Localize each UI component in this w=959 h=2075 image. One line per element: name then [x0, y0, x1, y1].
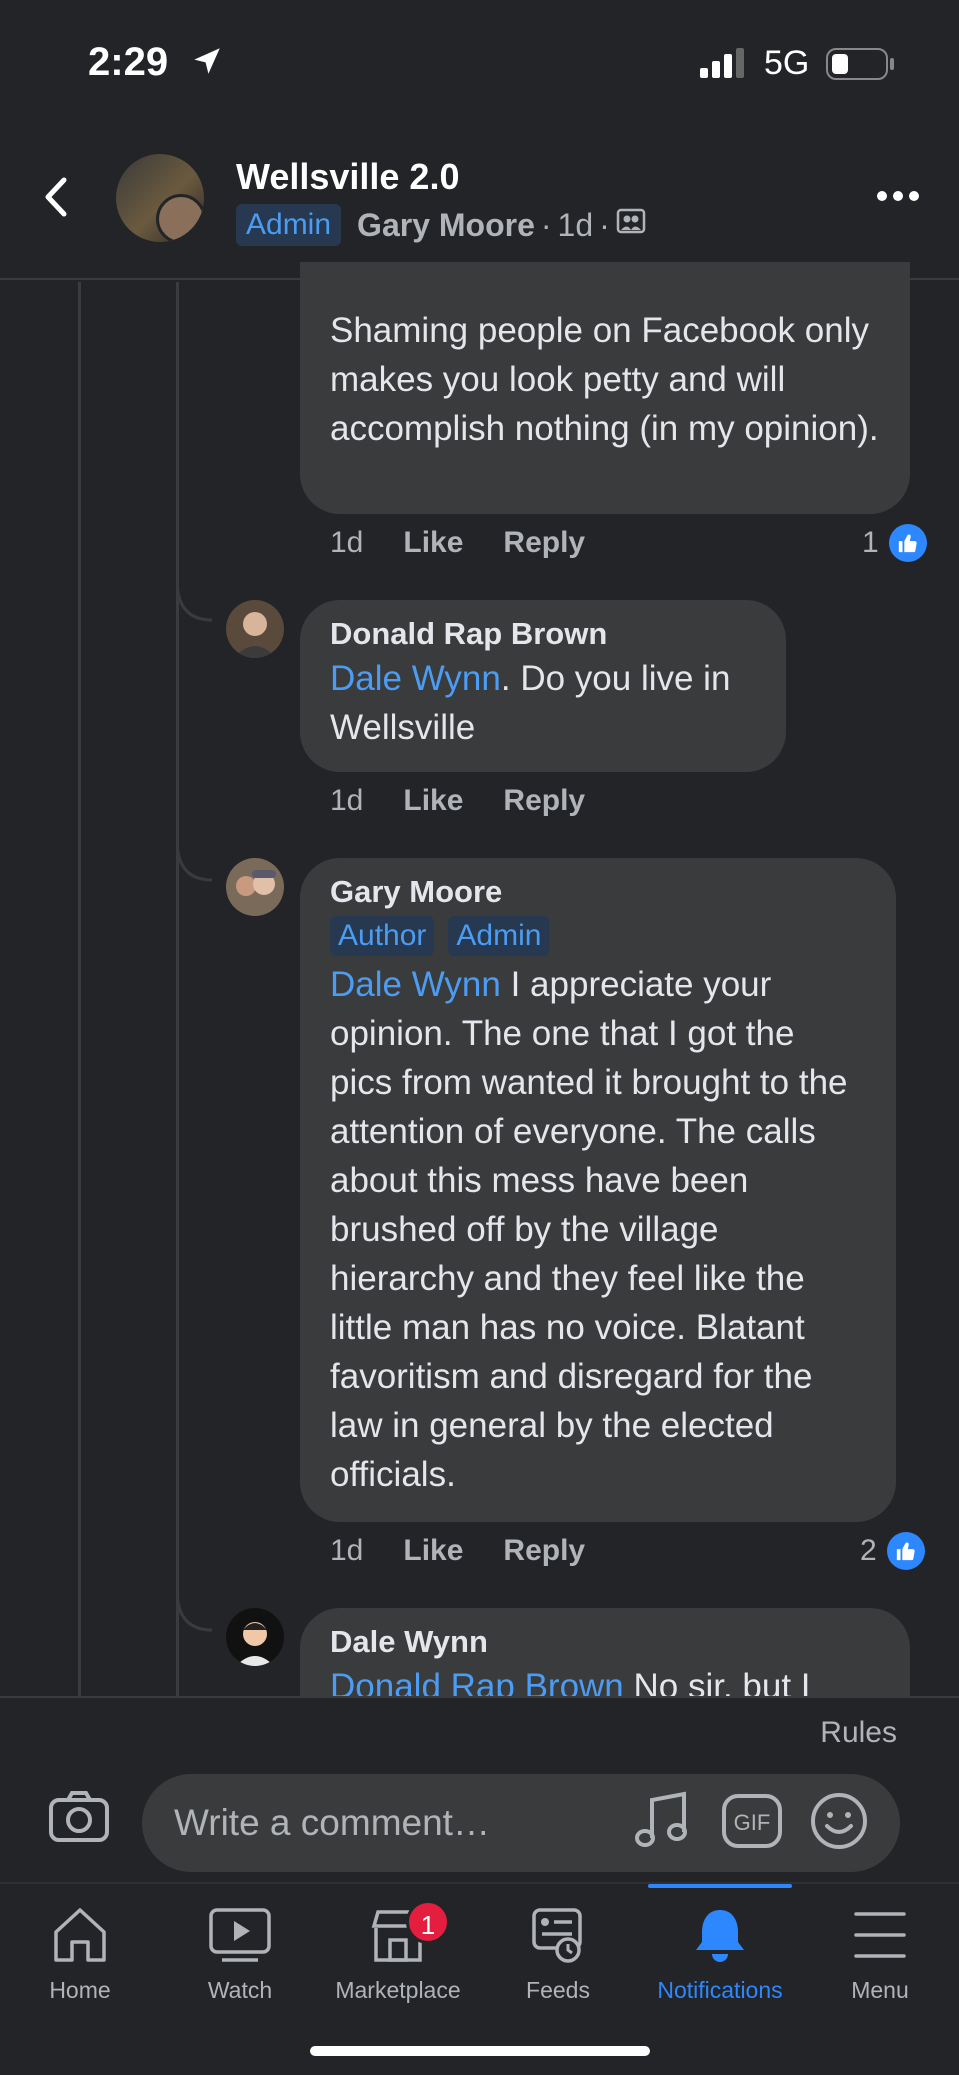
back-arrow-icon[interactable] — [40, 172, 80, 232]
comment-input[interactable] — [142, 1774, 900, 1872]
reaction-summary[interactable]: 2 — [860, 1532, 925, 1570]
gif-icon[interactable]: GIF — [722, 1794, 782, 1853]
post-meta: Admin Gary Moore · 1d · — [236, 204, 646, 246]
mention-link[interactable]: Dale Wynn — [330, 659, 501, 698]
comment-actions: 1d Like Reply — [330, 1534, 625, 1568]
location-arrow-icon — [190, 44, 224, 83]
thread-line — [176, 282, 179, 1696]
tab-label: Menu — [851, 1977, 909, 2003]
tab-feeds[interactable]: Feeds — [478, 1906, 638, 2004]
camera-icon[interactable] — [48, 1790, 110, 1849]
tab-home[interactable]: Home — [0, 1906, 160, 2004]
reply-button[interactable]: Reply — [503, 1534, 585, 1568]
post-author[interactable]: Gary Moore — [357, 207, 535, 244]
tab-marketplace[interactable]: 1 Marketplace — [318, 1900, 478, 2004]
comment-bubble: Dale Wynn Donald Rap Brown No sir, but I — [300, 1608, 910, 1696]
thread-connector — [176, 840, 213, 882]
comment-text: Dale Wynn I appreciate your opinion. The… — [330, 960, 866, 1499]
tab-watch[interactable]: Watch — [160, 1906, 320, 2004]
status-bar: 2:29 5G — [0, 0, 959, 120]
meta-separator: · — [540, 206, 552, 243]
reaction-count: 2 — [860, 1534, 877, 1567]
reply-button[interactable]: Reply — [503, 526, 585, 560]
comment-text: Donald Rap Brown No sir, but I — [330, 1662, 880, 1696]
like-button[interactable]: Like — [403, 1534, 463, 1568]
feeds-icon — [528, 1908, 588, 1968]
tab-label: Home — [49, 1977, 111, 2003]
battery-icon — [826, 48, 896, 85]
tab-notifications[interactable]: Notifications — [640, 1906, 800, 2004]
reply-button[interactable]: Reply — [503, 784, 585, 818]
comment-actions: 1d Like Reply — [330, 784, 625, 818]
admin-badge: Admin — [448, 916, 550, 956]
admin-badge: Admin — [236, 204, 342, 246]
group-privacy-icon — [616, 206, 646, 244]
comment-actions: 1d Like Reply — [330, 526, 625, 560]
thread-connector — [176, 1590, 213, 1632]
cell-signal-icon — [700, 48, 748, 83]
like-button[interactable]: Like — [403, 784, 463, 818]
svg-text:GIF: GIF — [734, 1810, 771, 1835]
comment-body: No sir, but I — [623, 1667, 811, 1696]
role-badges: Author Admin — [330, 916, 866, 956]
tab-label: Marketplace — [335, 1977, 461, 2003]
tab-menu[interactable]: Menu — [800, 1906, 959, 2004]
comment-bubble: Donald Rap Brown Dale Wynn. Do you live … — [300, 600, 786, 772]
notification-badge: 1 — [406, 1900, 450, 1944]
comment-text: Shaming people on Facebook only makes yo… — [330, 311, 879, 448]
emoji-icon[interactable] — [810, 1792, 868, 1855]
home-indicator — [310, 2046, 650, 2056]
thumbs-up-icon — [888, 524, 927, 562]
avatar[interactable] — [226, 858, 284, 916]
meta-separator: · — [599, 206, 610, 243]
mention-link[interactable]: Dale Wynn — [330, 965, 501, 1004]
thumbs-up-icon — [886, 1532, 925, 1570]
post-header: Wellsville 2.0 Admin Gary Moore · 1d · — [0, 138, 959, 280]
comment-bubble: Gary Moore Author Admin Dale Wynn I appr… — [300, 858, 896, 1522]
author-badge: Author — [330, 916, 435, 956]
author-avatar — [156, 194, 204, 242]
status-time: 2:29 — [88, 40, 169, 84]
storefront-icon — [368, 1910, 428, 1968]
tab-label: Feeds — [526, 1977, 590, 2003]
avatar[interactable] — [226, 1608, 284, 1666]
home-icon — [50, 1908, 110, 1968]
comment-composer: Rules GIF — [0, 1696, 959, 1882]
bell-icon — [690, 1910, 750, 1968]
comment-text: Dale Wynn. Do you live in Wellsville — [330, 654, 756, 752]
active-tab-indicator — [648, 1884, 792, 1888]
video-play-icon — [208, 1908, 272, 1968]
avatar[interactable] — [226, 600, 284, 658]
comment-author[interactable]: Gary Moore — [330, 872, 866, 912]
tab-label: Watch — [207, 1977, 273, 2003]
mention-link[interactable]: Donald Rap Brown — [330, 1667, 624, 1696]
like-button[interactable]: Like — [403, 526, 463, 560]
hamburger-menu-icon — [850, 1912, 910, 1968]
comment-author[interactable]: Donald Rap Brown — [330, 614, 756, 654]
comment-time: 1d — [330, 784, 364, 817]
rules-link[interactable]: Rules — [820, 1716, 897, 1750]
comment-bubble: Shaming people on Facebook only makes yo… — [300, 262, 910, 514]
tab-label: Notifications — [657, 1977, 783, 2003]
reaction-summary[interactable]: 1 — [862, 524, 927, 562]
music-note-icon[interactable] — [634, 1790, 690, 1855]
network-type: 5G — [764, 44, 810, 82]
reaction-count: 1 — [862, 526, 879, 559]
group-name[interactable]: Wellsville 2.0 — [236, 156, 459, 198]
group-avatar[interactable] — [116, 154, 204, 242]
more-options-icon[interactable] — [876, 186, 920, 211]
thread-connector — [176, 580, 213, 622]
comment-body: I appreciate your opinion. The one that … — [330, 965, 848, 1494]
comment-time: 1d — [330, 1534, 364, 1567]
comment-time: 1d — [330, 526, 364, 559]
post-time: 1d — [557, 206, 594, 243]
comment-author[interactable]: Dale Wynn — [330, 1622, 880, 1662]
thread-line — [78, 282, 81, 1696]
